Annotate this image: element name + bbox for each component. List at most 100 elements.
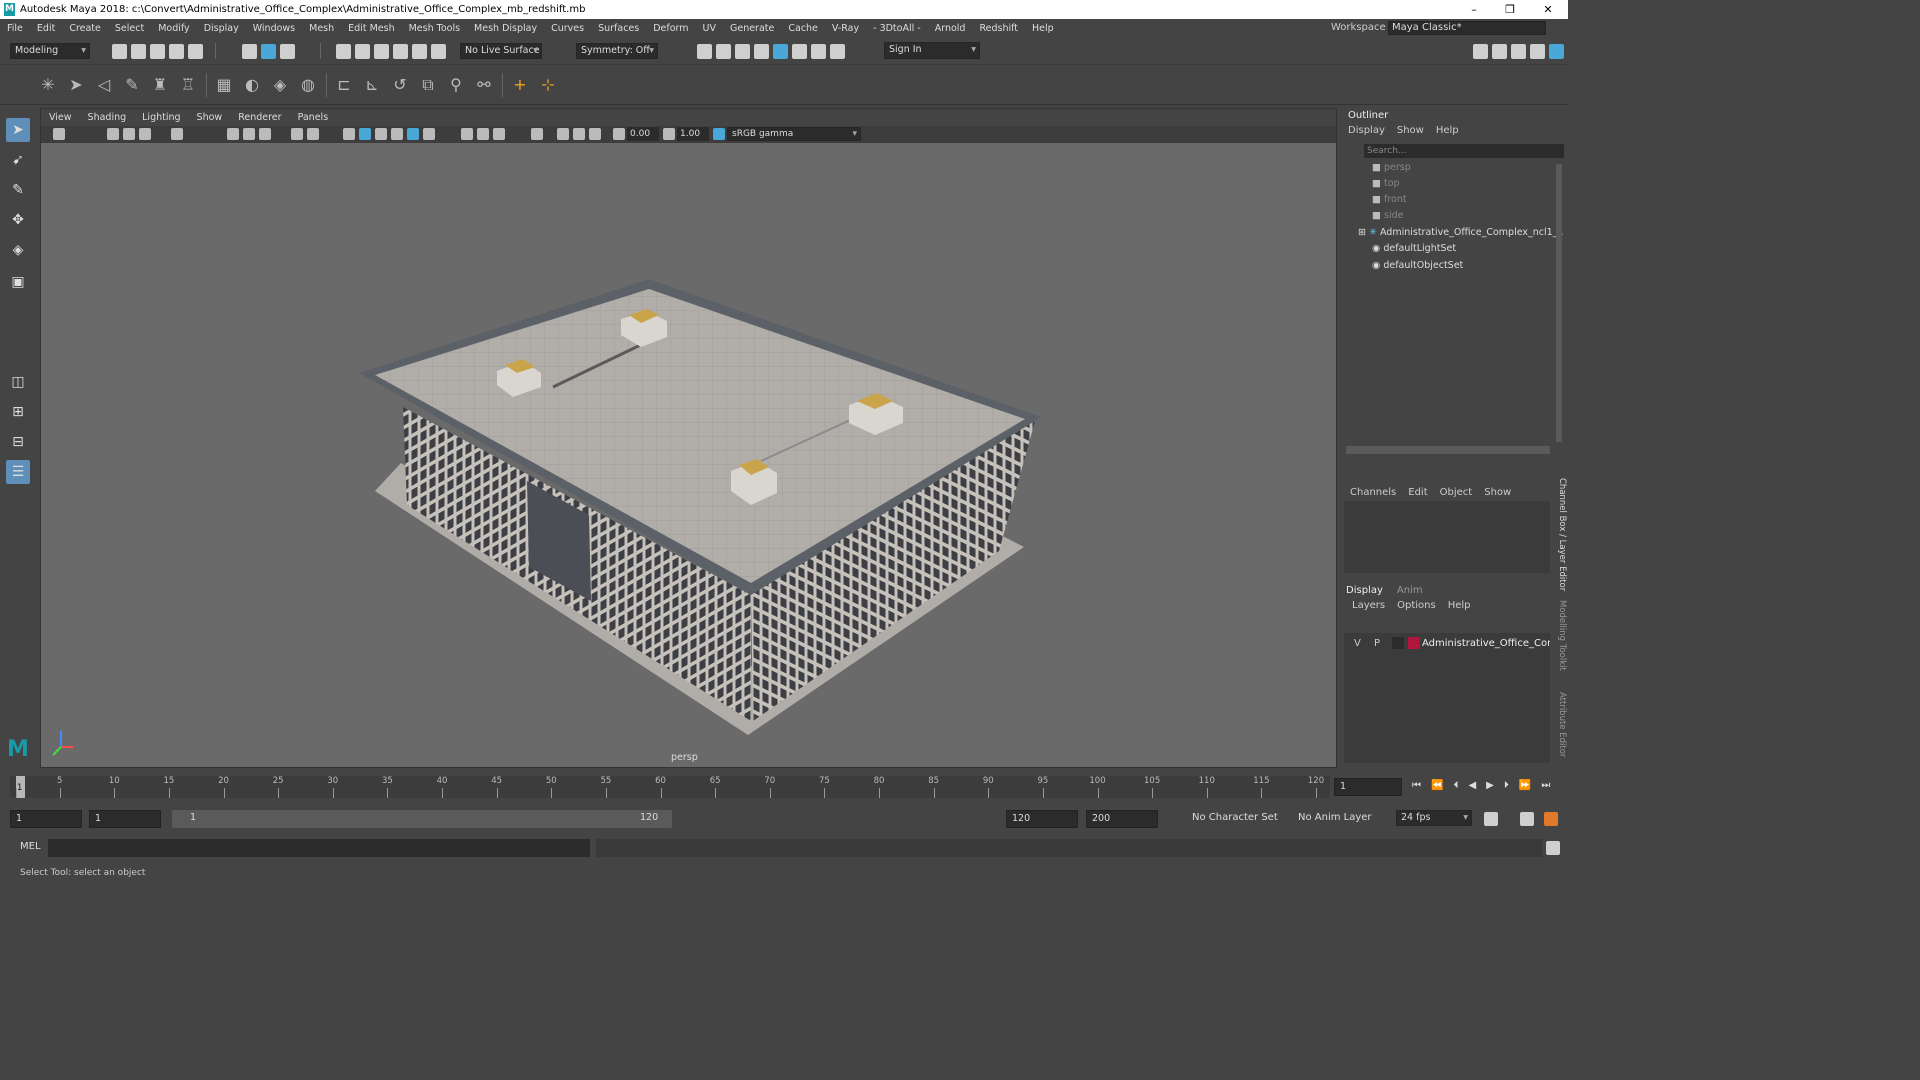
backface-icon[interactable] bbox=[589, 128, 601, 140]
wireframe-icon[interactable] bbox=[343, 128, 355, 140]
attribute-editor-icon[interactable] bbox=[1511, 44, 1526, 59]
bevel-icon[interactable]: ⊾ bbox=[362, 75, 382, 95]
outliner-item-side[interactable]: ■ side bbox=[1372, 208, 1582, 224]
step-back-frame-icon[interactable]: ⏴ bbox=[1453, 780, 1458, 791]
vp-menu-show[interactable]: Show bbox=[189, 112, 231, 123]
select-tool-icon[interactable]: ➤ bbox=[6, 118, 30, 142]
vp-menu-lighting[interactable]: Lighting bbox=[134, 112, 188, 123]
anim-prefs-icon[interactable] bbox=[1544, 812, 1558, 826]
outliner-menu-display[interactable]: Display bbox=[1348, 125, 1385, 136]
animation-end-field[interactable]: 200 bbox=[1086, 810, 1158, 828]
rotate-tool-icon[interactable]: ◈ bbox=[6, 238, 30, 262]
skeleton-icon[interactable]: ♖ bbox=[178, 75, 198, 95]
gamma-field[interactable]: 1.00 bbox=[677, 127, 709, 141]
step-forward-frame-icon[interactable]: ⏵ bbox=[1504, 780, 1509, 791]
side-tab-modelling-toolkit[interactable]: Modelling Toolkit bbox=[1553, 600, 1567, 680]
menu-edit-mesh[interactable]: Edit Mesh bbox=[341, 23, 401, 34]
move-tool-icon[interactable]: ✥ bbox=[6, 208, 30, 232]
xray-joints-icon[interactable] bbox=[557, 128, 569, 140]
lights-icon[interactable] bbox=[423, 128, 435, 140]
snap-view-plane-icon[interactable] bbox=[393, 44, 408, 59]
xray-active-icon[interactable] bbox=[573, 128, 585, 140]
close-button[interactable]: ✕ bbox=[1530, 0, 1566, 19]
loop-icon[interactable] bbox=[1484, 812, 1498, 826]
color-management-icon[interactable] bbox=[713, 128, 725, 140]
snap-point-icon[interactable] bbox=[374, 44, 389, 59]
textured-icon[interactable] bbox=[391, 128, 403, 140]
playback-end-field[interactable]: 120 bbox=[1006, 810, 1078, 828]
current-frame-field[interactable]: 1 bbox=[1334, 778, 1402, 796]
range-slider[interactable]: 1 120 bbox=[172, 810, 672, 828]
character-icon[interactable]: ♜ bbox=[150, 75, 170, 95]
outliner-layout-icon[interactable]: ☰ bbox=[6, 460, 30, 484]
menu-redshift[interactable]: Redshift bbox=[972, 23, 1025, 34]
expand-icon[interactable]: ⊞ bbox=[1358, 227, 1369, 238]
snap-surface-icon[interactable] bbox=[412, 44, 427, 59]
channel-box-icon[interactable] bbox=[1549, 44, 1564, 59]
tool-settings-icon[interactable] bbox=[1530, 44, 1545, 59]
snap-grid-icon[interactable] bbox=[336, 44, 351, 59]
outliner-item-persp[interactable]: ■ persp bbox=[1372, 160, 1582, 176]
ipr-render-icon[interactable] bbox=[735, 44, 750, 59]
vp-menu-view[interactable]: View bbox=[41, 112, 80, 123]
command-input[interactable] bbox=[48, 839, 590, 857]
grid-icon[interactable] bbox=[227, 128, 239, 140]
step-forward-key-icon[interactable]: ⏩ bbox=[1519, 780, 1531, 791]
menu-windows[interactable]: Windows bbox=[246, 23, 302, 34]
building-model[interactable] bbox=[41, 143, 1336, 767]
gamma-icon[interactable] bbox=[663, 128, 675, 140]
menu-help[interactable]: Help bbox=[1025, 23, 1061, 34]
play-backward-icon[interactable]: ◀ bbox=[1468, 780, 1476, 791]
outliner-item-front[interactable]: ■ front bbox=[1372, 192, 1582, 208]
pivot-tool-icon[interactable]: ➤ bbox=[66, 75, 86, 95]
layer-menu-help[interactable]: Help bbox=[1448, 600, 1471, 611]
tab-display[interactable]: Display bbox=[1346, 585, 1383, 596]
command-language-label[interactable]: MEL bbox=[20, 841, 41, 852]
light-editor-icon[interactable] bbox=[811, 44, 826, 59]
poly-cylinder-icon[interactable]: ◍ bbox=[298, 75, 318, 95]
exposure-field[interactable]: 0.00 bbox=[627, 127, 659, 141]
hypershade-icon[interactable] bbox=[773, 44, 788, 59]
isolate-select-icon[interactable] bbox=[531, 128, 543, 140]
playback-start-field[interactable]: 1 bbox=[89, 810, 161, 828]
menu-arnold[interactable]: Arnold bbox=[928, 23, 973, 34]
side-tab-attribute-editor[interactable]: Attribute Editor bbox=[1553, 692, 1567, 764]
live-surface-field[interactable]: No Live Surface bbox=[460, 43, 542, 59]
tab-anim[interactable]: Anim bbox=[1397, 585, 1423, 596]
outliner-h-scrollbar[interactable] bbox=[1346, 446, 1550, 454]
cb-menu-object[interactable]: Object bbox=[1440, 487, 1473, 498]
shadows-icon[interactable] bbox=[461, 128, 473, 140]
maximize-button[interactable]: ❐ bbox=[1492, 0, 1528, 19]
render-settings-icon[interactable] bbox=[697, 44, 712, 59]
render-frame-icon[interactable] bbox=[716, 44, 731, 59]
pause-render-icon[interactable] bbox=[830, 44, 845, 59]
side-tab-channel-box[interactable]: Channel Box / Layer Editor bbox=[1553, 478, 1567, 591]
menu-set-dropdown[interactable]: Modeling bbox=[10, 43, 90, 59]
poly-sphere-icon[interactable]: ◐ bbox=[242, 75, 262, 95]
render-setup-icon[interactable] bbox=[792, 44, 807, 59]
select-hierarchy-icon[interactable] bbox=[242, 44, 257, 59]
menu-surfaces[interactable]: Surfaces bbox=[591, 23, 646, 34]
time-slider[interactable]: 1 5 10 15 20 25 30 35 40 45 50 55 60 65 70 75 80 85 90 95 1… bbox=[0, 772, 1568, 802]
scale-tool-icon[interactable]: ▣ bbox=[6, 270, 30, 294]
multicut-icon[interactable]: + bbox=[510, 75, 530, 95]
redo-icon[interactable] bbox=[188, 44, 203, 59]
menu-modify[interactable]: Modify bbox=[151, 23, 196, 34]
menu-generate[interactable]: Generate bbox=[723, 23, 781, 34]
sculpt-sym-icon[interactable]: ✳ bbox=[38, 75, 58, 95]
undo-icon[interactable] bbox=[169, 44, 184, 59]
wireframe-on-shaded-icon[interactable] bbox=[375, 128, 387, 140]
vp-menu-shading[interactable]: Shading bbox=[80, 112, 135, 123]
auto-key-icon[interactable] bbox=[1520, 812, 1534, 826]
gate-mask-icon[interactable] bbox=[291, 128, 303, 140]
viewport-panel[interactable]: View Shading Lighting Show Renderer Pane… bbox=[40, 108, 1337, 768]
ambient-occlusion-icon[interactable] bbox=[477, 128, 489, 140]
paint-select-icon[interactable]: ✎ bbox=[6, 178, 30, 202]
xray-icon[interactable] bbox=[407, 128, 419, 140]
target-weld-icon[interactable]: ⊹ bbox=[538, 75, 558, 95]
separate-icon[interactable]: ⚲ bbox=[446, 75, 466, 95]
layer-color-swatch[interactable] bbox=[1408, 637, 1420, 649]
workspace-dropdown[interactable]: Maya Classic* bbox=[1388, 21, 1546, 35]
extrude-icon[interactable]: ⊏ bbox=[334, 75, 354, 95]
vp-menu-renderer[interactable]: Renderer bbox=[230, 112, 289, 123]
